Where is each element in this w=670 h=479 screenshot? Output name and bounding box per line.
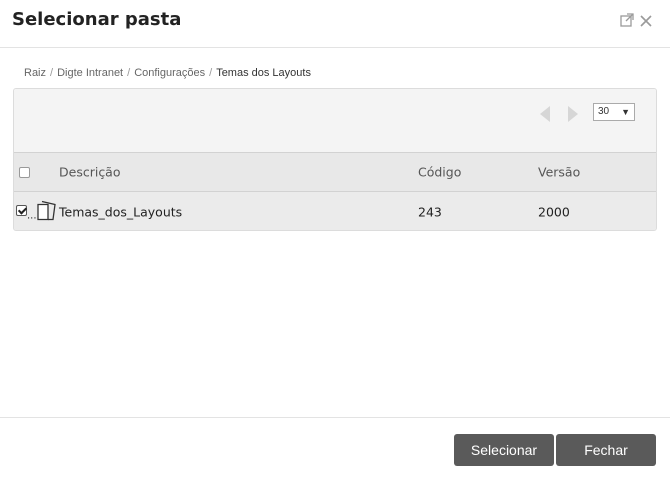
row-descricao[interactable]: Temas_dos_Layouts <box>59 205 182 220</box>
close-button[interactable]: Fechar <box>556 434 656 466</box>
page-size-select[interactable]: 30 ▼ <box>593 103 635 121</box>
dialog-header: Selecionar pasta <box>0 0 670 48</box>
table-row[interactable]: ... Temas_dos_Layouts 243 2000 <box>14 192 656 230</box>
breadcrumb-separator: / <box>127 67 131 79</box>
folder-icon <box>36 200 58 225</box>
grid-toolbar: 30 ▼ <box>14 89 656 152</box>
column-header-codigo[interactable]: Código <box>418 165 461 180</box>
pager-prev-icon[interactable] <box>538 105 552 123</box>
dialog-footer: Selecionar Fechar <box>0 417 670 479</box>
close-icon[interactable] <box>640 12 652 31</box>
row-checkbox[interactable] <box>16 205 27 216</box>
dialog-title: Selecionar pasta <box>12 9 182 30</box>
breadcrumb-separator: / <box>50 67 54 79</box>
breadcrumb-item-configuracoes[interactable]: Configurações <box>134 67 205 79</box>
table-header: Descrição Código Versão <box>14 152 656 192</box>
folder-grid: 30 ▼ Descrição Código Versão ... Temas_d… <box>13 88 657 231</box>
external-link-icon[interactable] <box>620 12 634 31</box>
breadcrumb: Raiz / Digte Intranet / Configurações / Temas … <box>24 67 311 79</box>
column-header-descricao[interactable]: Descrição <box>59 165 121 180</box>
breadcrumb-item-root[interactable]: Raiz <box>24 67 46 79</box>
breadcrumb-current: Temas dos Layouts <box>216 67 311 79</box>
breadcrumb-separator: / <box>209 67 213 79</box>
page-size-value: 30 <box>598 106 610 117</box>
row-codigo: 243 <box>418 204 442 220</box>
chevron-down-icon: ▼ <box>621 107 630 117</box>
header-actions <box>620 12 652 31</box>
select-all-checkbox[interactable] <box>19 167 30 178</box>
row-versao: 2000 <box>538 204 570 220</box>
pager-next-icon[interactable] <box>566 105 580 123</box>
select-button[interactable]: Selecionar <box>454 434 554 466</box>
breadcrumb-item-digte-intranet[interactable]: Digte Intranet <box>57 67 123 79</box>
column-header-versao[interactable]: Versão <box>538 165 580 180</box>
